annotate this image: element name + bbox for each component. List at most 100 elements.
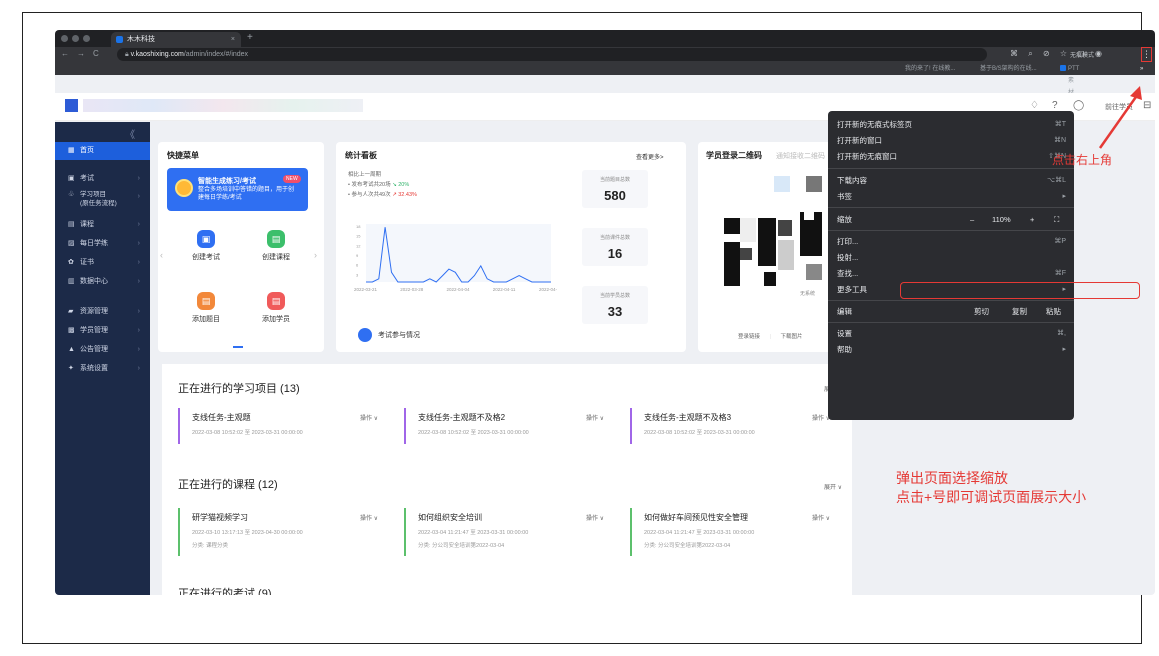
menu-item-settings[interactable]: 设置 ⌘,	[828, 326, 1074, 341]
url-bar[interactable]: 🔒︎ v.kaoshixing.com/admin/index/#/index	[117, 48, 987, 61]
collapse-icon[interactable]: 《	[125, 126, 135, 141]
menu-divider	[828, 168, 1074, 169]
course-op-button[interactable]: 操作 ∨	[812, 513, 830, 522]
sidebar-item-label: 首页	[80, 147, 94, 154]
course-title: 如何做好车间预见性安全管理	[644, 513, 748, 522]
smart-generate-banner[interactable]: 智能生成练习/考试 NEW 整合多场培训中答错的题目，用于创建每日学练/考试	[167, 168, 308, 211]
tab-close-icon[interactable]: ×	[231, 32, 235, 47]
quick-menu-card: 快捷菜单 智能生成练习/考试 NEW 整合多场培训中答错的题目，用于创建每日学练…	[158, 142, 324, 352]
menu-item-cast[interactable]: 投射...	[828, 250, 1074, 265]
carousel-indicator[interactable]	[233, 346, 243, 348]
menu-item-find[interactable]: 查找... ⌘F	[828, 266, 1074, 281]
x-tick-label: 2022-04-04	[447, 287, 471, 292]
minimize-window-dot[interactable]	[72, 35, 79, 42]
course-card[interactable]: 如何做好车间预见性安全管理 操作 ∨ 2022-03-04 11:21:47 至 2…	[630, 508, 840, 556]
url-path: /admin/index/#/index	[183, 51, 249, 58]
zoom-out-button[interactable]: –	[970, 212, 974, 227]
course-category: 分类: 课程分类	[192, 543, 229, 549]
forward-icon[interactable]: →	[77, 49, 85, 58]
course-op-button[interactable]: 操作 ∨	[586, 513, 604, 522]
x-tick-label: 2022-04-	[539, 287, 558, 292]
menu-item-print[interactable]: 打印... ⌘P	[828, 234, 1074, 249]
help-icon[interactable]: ?	[1052, 100, 1058, 111]
avatar-icon[interactable]: ◯	[1073, 100, 1084, 111]
sidebar-item-exam[interactable]: ▣ 考试 ›	[55, 170, 150, 188]
annotation-arrow	[1098, 86, 1142, 149]
sidebar-item-settings[interactable]: ✦ 系统设置 ›	[55, 360, 150, 378]
project-op-button[interactable]: 操作 ∨	[360, 413, 378, 422]
bookmark-item[interactable]: 基于B/S架构的在线...	[980, 63, 1037, 75]
login-link-button[interactable]: 登录链接	[738, 334, 760, 340]
annotation-line: 弹出页面选择缩放	[896, 470, 1008, 486]
sidebar-item-notices[interactable]: ▲ 公告管理 ›	[55, 341, 150, 359]
kebab-menu-icon[interactable]: ⋮	[1141, 47, 1152, 62]
qr-subtitle[interactable]: 通知接收二维码	[776, 151, 825, 161]
bell-icon[interactable]: ♢	[1030, 100, 1039, 111]
menu-item-bookmarks[interactable]: 书签 ▸	[828, 189, 1074, 204]
exam-participation-link[interactable]: 考试参与情况	[358, 328, 420, 342]
course-card[interactable]: 如何组织安全培训 操作 ∨ 2022-03-04 11:21:47 至 2023-0…	[404, 508, 614, 556]
project-card[interactable]: 支线任务-主观题不及格3 操作 ∨ 2022-03-08 10:52:02 至 20…	[630, 408, 840, 444]
sidebar-item-data[interactable]: ▥ 数据中心 ›	[55, 273, 150, 291]
bookmark-item[interactable]: 我的来了! 在线教...	[905, 63, 955, 75]
bookmark-favicon-icon	[1060, 65, 1066, 72]
new-tab-button[interactable]: +	[247, 32, 253, 43]
cut-button[interactable]: 剪切	[974, 304, 989, 319]
fullscreen-icon[interactable]: ⛶	[1054, 212, 1059, 227]
y-tick-label: 12	[356, 243, 361, 248]
exam-icon: ▣	[68, 175, 75, 182]
chevron-left-icon[interactable]: ‹	[160, 250, 163, 260]
sidebar-item-course[interactable]: ▤ 课程 ›	[55, 216, 150, 234]
chevron-right-icon: ›	[137, 175, 140, 182]
download-image-button[interactable]: 下载图片	[781, 334, 803, 340]
chevron-right-icon: ›	[137, 365, 140, 372]
menu-item-new-window[interactable]: 打开新的窗口 ⌘N	[828, 133, 1074, 148]
back-icon[interactable]: ←	[61, 49, 69, 58]
bookmark-item[interactable]: PTT素材网	[1060, 63, 1079, 108]
qr-title: 学员登录二维码	[706, 151, 762, 160]
exam-icon: ▣	[197, 230, 215, 248]
menu-item-zoom: 缩放 – 110% + ⛶	[828, 212, 1074, 227]
copy-button[interactable]: 复制	[1012, 304, 1027, 319]
tab-bar: 木木科技 × +	[55, 30, 1155, 47]
add-student-button[interactable]: ▤ 添加学员	[246, 292, 306, 324]
reload-icon[interactable]: C	[93, 49, 99, 58]
menu-item-new-incognito-window[interactable]: 打开新的无痕窗口 ⇧⌘N	[828, 149, 1074, 164]
project-title: 支线任务-主观题不及格2	[418, 413, 506, 422]
sidebar-item-home[interactable]: ▦ 首页	[55, 142, 150, 160]
course-op-button[interactable]: 操作 ∨	[360, 513, 378, 522]
stats-more-link[interactable]: 查看更多>	[636, 152, 664, 161]
paste-button[interactable]: 粘贴	[1046, 304, 1061, 319]
course-category: 分类: 分公司安全培训第2022-03-04	[418, 543, 505, 549]
stats-card: 统计看板 查看更多> 相比上一周期 • 发布考试共20场 ↘ 20% • 参与人…	[336, 142, 686, 352]
sidebar-item-label: 系统设置	[80, 365, 108, 372]
chevron-right-icon[interactable]: ›	[314, 250, 317, 260]
menu-item-downloads[interactable]: 下载内容 ⌥⌘L	[828, 173, 1074, 188]
sidebar-item-students[interactable]: ▩ 学员管理 ›	[55, 322, 150, 340]
project-card[interactable]: 支线任务-主观题不及格2 操作 ∨ 2022-03-08 10:52:02 至 20…	[404, 408, 614, 444]
sidebar-item-projects[interactable]: ♧ 学习项目 (原任务流程) ›	[55, 188, 150, 210]
project-op-button[interactable]: 操作 ∨	[586, 413, 604, 422]
create-course-button[interactable]: ▤ 创建课程	[246, 230, 306, 262]
zoom-in-button[interactable]: +	[1030, 212, 1034, 227]
sidebar-item-daily[interactable]: ▨ 每日学练 ›	[55, 235, 150, 253]
maximize-window-dot[interactable]	[83, 35, 90, 42]
blurred-header-area	[83, 99, 363, 112]
add-question-button[interactable]: ▤ 添加题目	[176, 292, 236, 324]
course-card[interactable]: 研学猫视频学习 操作 ∨ 2022-03-10 13:17:13 至 2023-04…	[178, 508, 388, 556]
stats-summary: 相比上一周期 • 发布考试共20场 ↘ 20% • 参与人次共49次 ↗ 32.…	[348, 170, 417, 200]
sidebar-item-resources[interactable]: ▰ 资源管理 ›	[55, 303, 150, 321]
course-title: 如何组织安全培训	[418, 513, 482, 522]
browser-context-menu: 打开新的无痕式标签页 ⌘T 打开新的窗口 ⌘N 打开新的无痕窗口 ⇧⌘N 下载内容 ⌥⌘…	[828, 111, 1074, 420]
courses-expand-button[interactable]: 展开 ∨	[824, 482, 842, 491]
sidebar-item-certificate[interactable]: ✿ 证书 ›	[55, 254, 150, 272]
browser-tab[interactable]: 木木科技 ×	[111, 32, 241, 47]
hero-title: 智能生成练习/考试	[198, 178, 256, 185]
close-window-dot[interactable]	[61, 35, 68, 42]
project-card[interactable]: 支线任务-主观题 操作 ∨ 2022-03-08 10:52:02 至 2023-0…	[178, 408, 388, 444]
bookmark-more-icon[interactable]: »	[1140, 63, 1143, 75]
y-tick-label: 15	[356, 234, 361, 239]
create-exam-button[interactable]: ▣ 创建考试	[176, 230, 236, 262]
menu-item-help[interactable]: 帮助 ▸	[828, 342, 1074, 357]
menu-item-new-incognito-tab[interactable]: 打开新的无痕式标签页 ⌘T	[828, 117, 1074, 132]
